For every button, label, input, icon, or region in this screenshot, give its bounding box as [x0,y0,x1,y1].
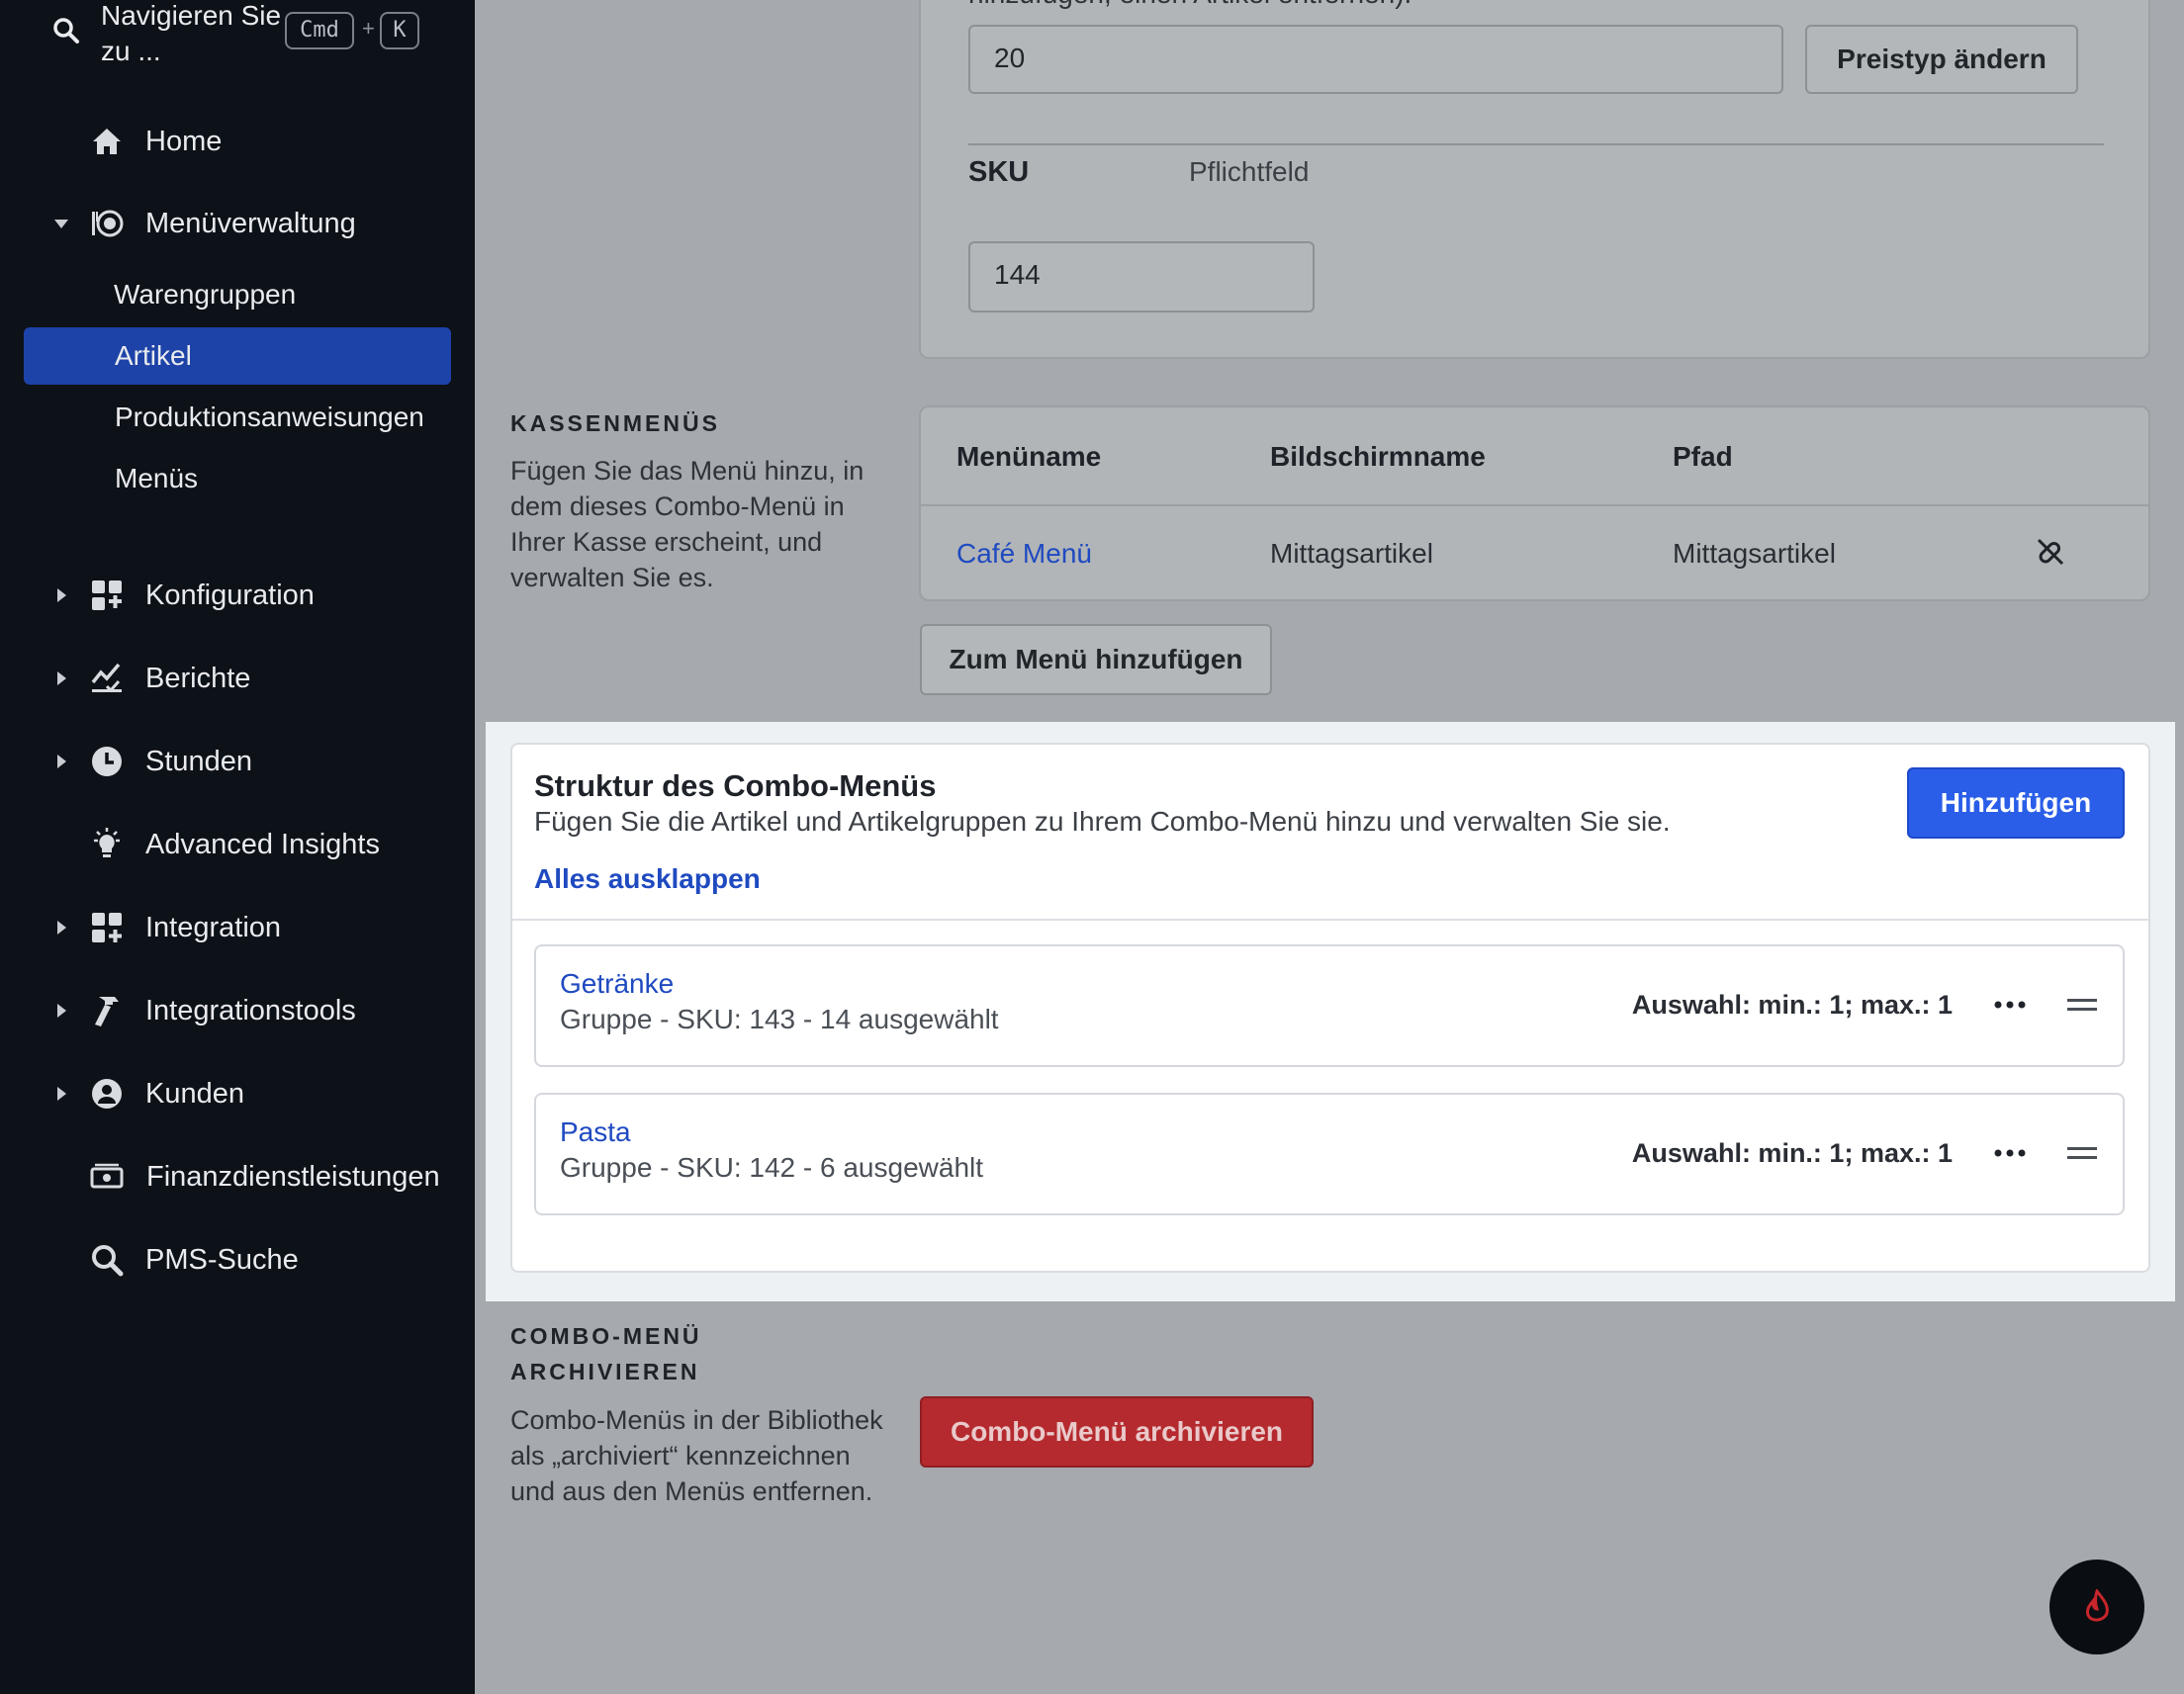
money-icon [90,1163,124,1189]
archive-description: Combo-Menüs in der Bibliothek als „archi… [510,1405,883,1506]
sidebar-item-home[interactable]: Home [0,112,475,171]
sidebar-item-label: Advanced Insights [145,829,380,860]
sidebar-item-label: Berichte [145,663,251,694]
sidebar-item-pms-suche[interactable]: PMS-Suche [0,1230,475,1290]
caret-right-icon [57,1087,66,1101]
sku-required-hint: Pflichtfeld [1189,156,1310,187]
sku-input[interactable]: 144 [968,241,1315,312]
clock-icon [92,747,122,776]
caret-right-icon [57,755,66,768]
archive-combo-button[interactable]: Combo-Menü archivieren [920,1396,1314,1468]
sidebar-item-label: Home [145,126,223,157]
hammer-icon [95,997,119,1026]
price-truncated-text: hinzufügen, einen Artikel entfernen). [968,0,1411,10]
combo-row-pasta[interactable]: Pasta Gruppe - SKU: 142 - 6 ausgewählt A… [534,1093,2125,1215]
sidebar-subitem-label: Produktionsanweisungen [115,401,424,432]
menu-management-icon [92,210,124,237]
search-icon [53,18,79,44]
sidebar-item-label: PMS-Suche [145,1244,299,1276]
sidebar-item-label: Menüverwaltung [145,208,356,239]
kbd-cmd: Cmd [285,12,354,49]
column-header-pfad: Pfad [1673,441,1733,472]
sidebar-subitem-produktionsanweisungen[interactable]: Produktionsanweisungen [24,389,451,446]
sidebar-item-advanced-insights[interactable]: Advanced Insights [0,815,475,874]
home-icon [93,129,121,154]
sidebar-subitem-label: Menüs [115,463,199,493]
add-to-menu-button[interactable]: Zum Menü hinzufügen [920,624,1272,695]
sidebar-subitem-label: Warengruppen [114,279,297,310]
caret-right-icon [57,1004,66,1018]
combo-row-name[interactable]: Pasta [560,1116,631,1148]
customer-icon [92,1079,122,1109]
kassenmenus-table: Menüname Bildschirmname Pfad Café Menü M… [919,405,2150,601]
lightbulb-icon [94,828,120,857]
sidebar-item-label: Integrationstools [145,995,356,1026]
sidebar-search[interactable]: Navigieren Sie zu ... Cmd + K [47,0,463,69]
integration-icon [92,913,122,942]
kassenmenus-heading: KASSENMENÜS [510,410,720,436]
price-input[interactable]: 20 [968,25,1783,94]
kbd-k: K [380,12,419,49]
cell-bildschirmname: Mittagsartikel [1270,538,1433,569]
divider [968,143,2104,145]
sidebar-subitem-menus[interactable]: Menüs [24,450,451,507]
sidebar: Navigieren Sie zu ... Cmd + K Home Menüv… [0,0,475,1694]
sidebar-item-label: Konfiguration [145,580,315,611]
combo-structure-title: Struktur des Combo-Menüs [534,768,937,803]
change-price-type-button[interactable]: Preistyp ändern [1805,25,2078,94]
sidebar-item-label: Stunden [145,746,253,777]
combo-row-subtitle: Gruppe - SKU: 143 - 14 ausgewählt [560,1004,999,1034]
help-fab[interactable] [2049,1560,2144,1654]
archive-heading-line2: ARCHIVIEREN [510,1359,700,1384]
column-header-menuname: Menüname [956,441,1102,472]
sidebar-item-integration[interactable]: Integration [0,898,475,957]
caret-right-icon [57,671,66,685]
drag-handle-icon[interactable] [2065,990,2099,1020]
kassenmenus-description: Fügen Sie das Menü hinzu, in dem dieses … [510,456,864,592]
sidebar-item-label: Kunden [145,1078,244,1110]
sidebar-subitem-label: Artikel [115,340,192,371]
divider [512,919,2148,921]
configuration-icon [92,580,122,610]
drag-handle-icon[interactable] [2065,1138,2099,1168]
sidebar-search-text: Navigieren Sie zu ... [101,0,282,66]
cell-pfad: Mittagsartikel [1673,538,1836,569]
price-sku-card: hinzufügen, einen Artikel entfernen). 20… [919,0,2150,359]
combo-row-getraenke[interactable]: Getränke Gruppe - SKU: 143 - 14 ausgewäh… [534,944,2125,1067]
flame-logo-icon [2086,1589,2109,1622]
expand-all-link[interactable]: Alles ausklappen [534,863,761,895]
archive-heading-line1: COMBO-MENÜ [510,1323,702,1349]
caret-right-icon [57,921,66,935]
sidebar-subitem-artikel[interactable]: Artikel [24,327,451,385]
combo-structure-subtitle: Fügen Sie die Artikel und Artikelgruppen… [534,806,1671,837]
sidebar-subitem-warengruppen[interactable]: Warengruppen [24,266,451,323]
sidebar-item-label: Finanzdienstleistungen [146,1161,440,1193]
caret-down-icon [54,220,68,228]
sidebar-item-finanzdienstleistungen[interactable]: Finanzdienstleistungen [0,1147,475,1206]
search-icon [92,1245,124,1277]
divider [921,504,2148,506]
unlink-icon[interactable] [2033,534,2068,570]
sidebar-item-berichte[interactable]: Berichte [0,649,475,708]
combo-row-subtitle: Gruppe - SKU: 142 - 6 ausgewählt [560,1152,984,1183]
reports-icon [91,663,122,693]
sidebar-item-stunden[interactable]: Stunden [0,732,475,791]
caret-right-icon [57,588,66,602]
combo-row-selection: Auswahl: min.: 1; max.: 1 [1631,990,1953,1020]
combo-row-name[interactable]: Getränke [560,968,674,1000]
sku-label: SKU [968,156,1030,188]
sidebar-item-menuverwaltung[interactable]: Menüverwaltung [0,194,475,253]
sidebar-item-label: Integration [145,912,282,943]
column-header-bildschirmname: Bildschirmname [1270,441,1486,472]
sidebar-item-integrationstools[interactable]: Integrationstools [0,981,475,1040]
kbd-plus: + [362,16,375,41]
more-options-icon[interactable] [1992,990,2028,1020]
sidebar-item-kunden[interactable]: Kunden [0,1064,475,1123]
sidebar-item-konfiguration[interactable]: Konfiguration [0,566,475,625]
add-combo-item-button[interactable]: Hinzufügen [1907,767,2125,839]
more-options-icon[interactable] [1992,1138,2028,1168]
combo-row-selection: Auswahl: min.: 1; max.: 1 [1631,1138,1953,1168]
menu-link-cafe-menu[interactable]: Café Menü [956,538,1092,570]
